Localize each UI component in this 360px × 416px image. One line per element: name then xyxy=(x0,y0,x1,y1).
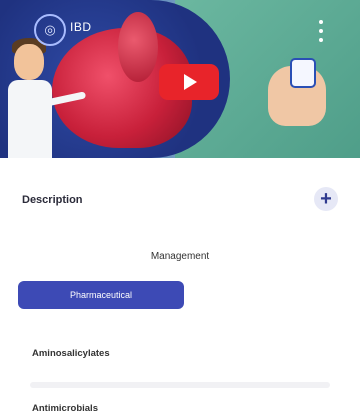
more-vertical-icon[interactable] xyxy=(318,20,324,42)
tab-pharmaceutical[interactable]: Pharmaceutical xyxy=(18,281,184,309)
doctor-head-illustration xyxy=(14,44,44,80)
management-title: Management xyxy=(150,251,210,262)
list-item-aminosalicylates[interactable]: Aminosalicylates xyxy=(32,348,110,359)
stomach-illustration xyxy=(118,12,158,82)
divider xyxy=(30,382,330,388)
marker-illustration xyxy=(290,58,316,88)
description-label: Description xyxy=(22,194,83,206)
plus-icon[interactable]: + xyxy=(314,187,338,211)
management-tabs: Pharmaceutical xyxy=(18,281,342,309)
doctor-body-illustration xyxy=(8,80,52,158)
globe-icon: ◎ xyxy=(34,14,66,46)
list-item-antimicrobials[interactable]: Antimicrobials xyxy=(32,403,98,414)
video-title: IBD xyxy=(70,20,92,34)
video-player[interactable]: ◎ IBD xyxy=(0,0,360,158)
tab-secondary[interactable] xyxy=(198,281,342,309)
play-button[interactable] xyxy=(159,64,219,100)
description-row[interactable]: Description + xyxy=(0,178,360,222)
play-icon xyxy=(184,74,197,90)
